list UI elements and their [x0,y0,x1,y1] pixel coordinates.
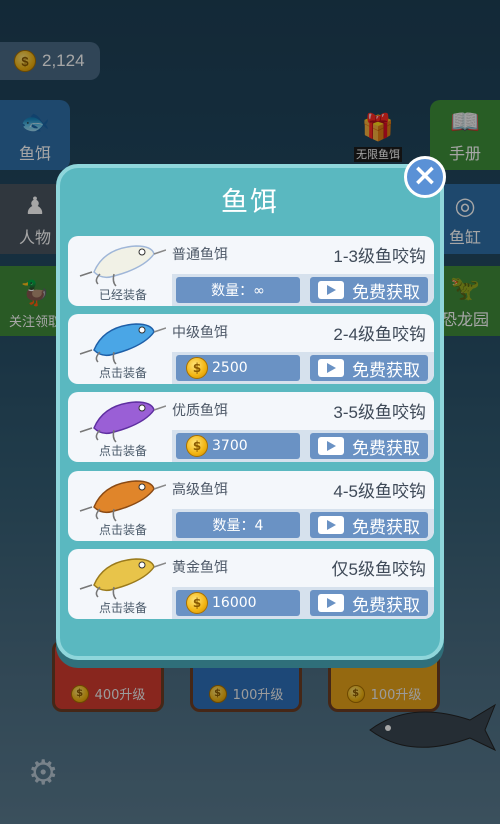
modal-title: 鱼饵 [221,187,279,217]
video-camera-icon [318,281,344,299]
free-get-button[interactable]: 免费获取 [310,590,428,616]
free-get-button[interactable]: 免费获取 [310,277,428,303]
equip-label[interactable]: 点击装备 [68,442,178,459]
buy-price-button[interactable]: $16000 [176,590,300,616]
equip-label[interactable]: 点击装备 [68,599,178,616]
lure-icon[interactable] [74,238,166,288]
equip-label[interactable]: 点击装备 [68,521,178,538]
close-icon[interactable]: × [404,156,446,198]
lure-icon[interactable] [74,316,166,366]
lure-icon[interactable] [74,394,166,444]
bait-row: 点击装备 黄金鱼饵 仅5级鱼咬钩 $16000 免费获取 [68,549,434,619]
bait-name: 普通鱼饵 [172,247,228,263]
buy-price-button[interactable]: $2500 [176,355,300,381]
video-camera-icon [318,594,344,612]
buy-price-button[interactable]: $3700 [176,433,300,459]
video-camera-icon [318,516,344,534]
bait-quantity: 数量：4 [176,512,300,538]
bait-quantity: 数量：∞ [176,277,300,303]
video-camera-icon [318,359,344,377]
bait-name: 黄金鱼饵 [172,560,228,576]
bait-row: 已经装备 普通鱼饵 1-3级鱼咬钩 数量：∞ 免费获取 [68,236,434,306]
bait-row: 点击装备 中级鱼饵 2-4级鱼咬钩 $2500 免费获取 [68,314,434,384]
lure-icon[interactable] [74,473,166,523]
bait-bite-range: 2-4级鱼咬钩 [333,325,426,344]
bait-name: 优质鱼饵 [172,403,228,419]
bait-bite-range: 仅5级鱼咬钩 [331,560,426,579]
bait-name: 高级鱼饵 [172,482,228,498]
bait-bite-range: 4-5级鱼咬钩 [333,482,426,501]
lure-icon[interactable] [74,551,166,601]
coin-icon: $ [186,592,208,614]
bait-row: 点击装备 优质鱼饵 3-5级鱼咬钩 $3700 免费获取 [68,392,434,462]
equip-label[interactable]: 点击装备 [68,364,178,381]
coin-icon: $ [186,435,208,457]
free-get-button[interactable]: 免费获取 [310,355,428,381]
bait-bite-range: 1-3级鱼咬钩 [333,247,426,266]
equip-label[interactable]: 已经装备 [68,286,178,303]
bait-bite-range: 3-5级鱼咬钩 [333,403,426,422]
video-camera-icon [318,437,344,455]
bait-row: 点击装备 高级鱼饵 4-5级鱼咬钩 数量：4 免费获取 [68,471,434,541]
free-get-button[interactable]: 免费获取 [310,433,428,459]
free-get-button[interactable]: 免费获取 [310,512,428,538]
bait-name: 中级鱼饵 [172,325,228,341]
coin-icon: $ [186,357,208,379]
